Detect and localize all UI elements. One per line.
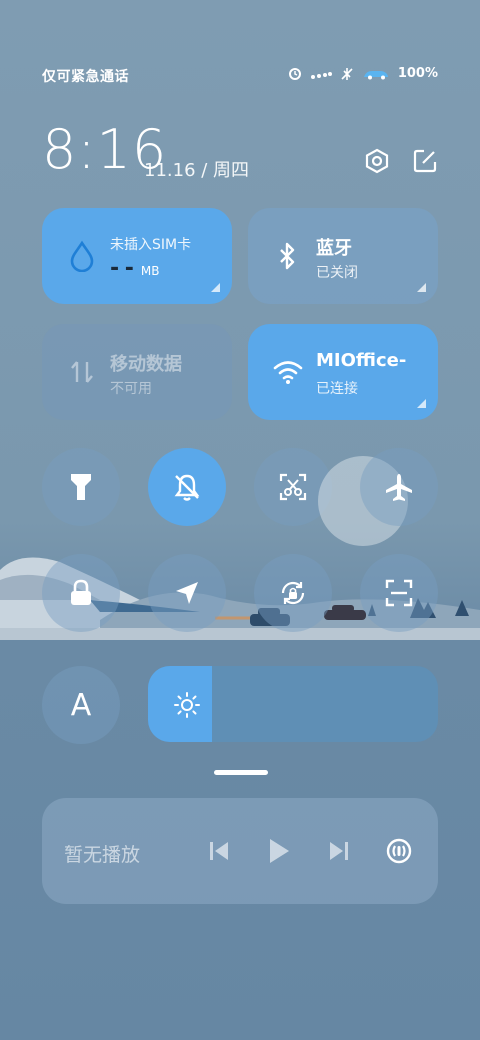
mute-bell-icon <box>174 474 200 501</box>
data-usage-value: - - <box>110 256 134 281</box>
status-icons: 100% <box>288 66 438 81</box>
lock-icon <box>71 579 91 605</box>
bluetooth-icon <box>280 242 295 270</box>
wifi-network-name: MIOffice- <box>316 350 407 371</box>
expand-corner-icon <box>417 283 426 292</box>
rotation-lock-toggle[interactable] <box>254 554 332 632</box>
scan-icon <box>385 579 413 607</box>
water-drop-icon <box>70 240 94 272</box>
previous-track-button[interactable] <box>204 836 234 866</box>
lock-screen-toggle[interactable] <box>42 554 120 632</box>
sun-icon <box>174 692 200 718</box>
battery-car-icon <box>363 70 388 79</box>
audio-output-button[interactable] <box>384 836 414 866</box>
wifi-status: 已连接 <box>316 381 358 397</box>
auto-brightness-label: A <box>70 687 92 723</box>
wifi-icon <box>273 361 303 384</box>
auto-brightness-button[interactable]: A <box>42 666 120 744</box>
wifi-tile[interactable]: MIOffice- 已连接 <box>248 324 438 420</box>
mobile-data-title: 移动数据 <box>110 354 182 375</box>
header-actions <box>364 148 438 174</box>
brightness-slider[interactable] <box>148 666 438 742</box>
date-text: 11.16 / 周四 <box>144 160 250 181</box>
airplane-icon <box>386 474 412 501</box>
bluetooth-title: 蓝牙 <box>316 238 352 259</box>
expand-corner-icon <box>211 283 220 292</box>
settings-icon[interactable] <box>364 148 390 174</box>
alarm-icon <box>288 67 301 80</box>
data-usage-unit: MB <box>140 264 160 278</box>
media-status-label: 暂无播放 <box>64 844 141 866</box>
scan-toggle[interactable] <box>360 554 438 632</box>
data-usage-title: 未插入SIM卡 <box>110 237 192 253</box>
next-track-button[interactable] <box>324 836 354 866</box>
bluetooth-status: 已关闭 <box>316 265 358 281</box>
play-icon <box>270 839 289 863</box>
mute-toggle[interactable] <box>148 448 226 526</box>
location-toggle[interactable] <box>148 554 226 632</box>
screenshot-icon <box>279 473 307 501</box>
data-transfer-icon <box>71 361 93 383</box>
signal-icon <box>310 71 332 79</box>
rotation-lock-icon <box>281 581 305 605</box>
data-usage-tile[interactable]: 未插入SIM卡 - - MB <box>42 208 232 304</box>
play-button[interactable] <box>264 836 294 866</box>
media-player-panel: 暂无播放 <box>42 798 438 904</box>
skip-next-icon <box>330 842 348 860</box>
mobile-data-tile[interactable]: 移动数据 不可用 <box>42 324 232 420</box>
skip-previous-icon <box>210 842 228 860</box>
mobile-data-status: 不可用 <box>110 381 152 397</box>
location-icon <box>176 582 198 604</box>
bluetooth-tile[interactable]: 蓝牙 已关闭 <box>248 208 438 304</box>
expand-corner-icon <box>417 399 426 408</box>
battery-percent: 100% <box>397 66 438 81</box>
flashlight-toggle[interactable] <box>42 448 120 526</box>
panel-drag-handle[interactable] <box>214 770 268 775</box>
no-sim-icon <box>341 67 353 80</box>
carrier-status-text: 仅可紧急通话 <box>42 69 129 85</box>
airplane-toggle[interactable] <box>360 448 438 526</box>
edit-icon[interactable] <box>412 148 438 174</box>
flashlight-icon <box>71 474 91 500</box>
cast-audio-icon <box>386 838 412 864</box>
